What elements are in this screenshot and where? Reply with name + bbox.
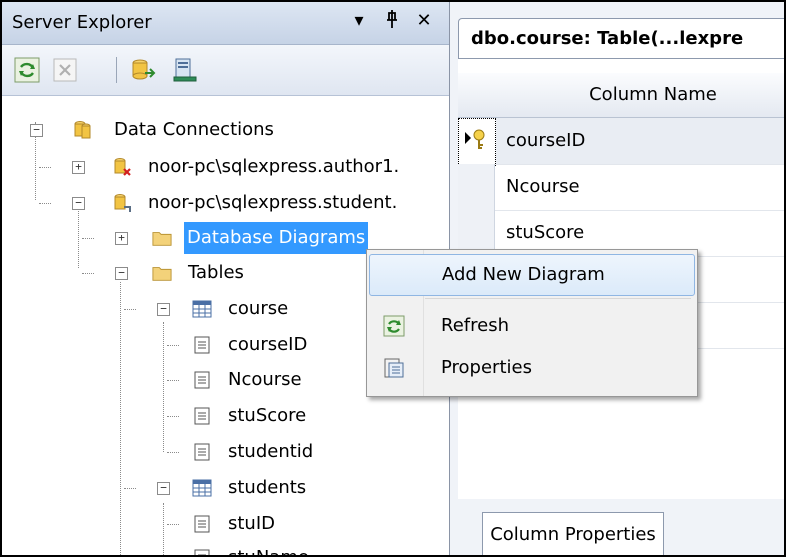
collapse-icon[interactable]: − (30, 124, 43, 137)
folder-icon (152, 267, 172, 281)
tree-node-connection-author1[interactable]: + noor-pc\sqlexpress.author1. (2, 151, 449, 183)
toolbar-separator (116, 57, 117, 83)
properties-icon (384, 358, 404, 378)
tree-node-column[interactable]: Ncourse (2, 364, 366, 396)
data-connections-icon (74, 121, 91, 139)
tree-node-column[interactable]: stuName (2, 542, 449, 555)
collapse-icon[interactable]: − (157, 482, 170, 495)
row-selector[interactable] (458, 118, 496, 166)
row-selector[interactable] (458, 164, 495, 210)
column-icon (194, 371, 210, 389)
database-connection-icon (114, 194, 131, 212)
column-icon (194, 336, 210, 354)
grid-row[interactable]: Ncourse (458, 164, 784, 211)
refresh-icon (383, 315, 405, 337)
document-tab[interactable]: dbo.course: Table(...lexpre (458, 18, 784, 59)
app-window: Server Explorer ▾ ✕ − Data Connections +… (0, 0, 786, 557)
connect-to-server-icon[interactable] (172, 57, 198, 83)
selected-node-label: Database Diagrams (184, 222, 369, 254)
column-grid-header: Column Name (458, 73, 784, 118)
tree-node-data-connections[interactable]: − Data Connections (2, 114, 449, 146)
column-icon (194, 515, 210, 533)
window-position-dropdown-icon[interactable]: ▾ (347, 10, 371, 31)
tree-node-column[interactable]: courseID (2, 329, 366, 361)
panel-title: Server Explorer (12, 12, 152, 33)
collapse-icon[interactable]: − (157, 303, 170, 316)
tree-node-column[interactable]: stuScore (2, 400, 449, 432)
server-explorer-titlebar: Server Explorer ▾ ✕ (2, 2, 449, 45)
auto-hide-pin-icon[interactable] (380, 10, 404, 33)
grid-row[interactable]: courseID (458, 118, 784, 166)
tree-node-table-students[interactable]: − students (2, 472, 449, 504)
column-properties-tab[interactable]: Column Properties (482, 512, 664, 555)
broken-connection-icon (114, 158, 131, 176)
column-icon (194, 549, 210, 555)
tree-node-column[interactable]: stuID (2, 508, 449, 540)
context-menu: Add New Diagram Refresh Properties (366, 249, 698, 397)
tree-node-column[interactable]: studentid (2, 436, 449, 468)
connect-to-database-icon[interactable] (130, 57, 156, 83)
collapse-icon[interactable]: − (115, 267, 128, 280)
tree-node-connection-student[interactable]: − noor-pc\sqlexpress.student. (2, 187, 449, 219)
close-icon[interactable]: ✕ (412, 10, 436, 31)
refresh-icon[interactable] (14, 57, 40, 83)
server-explorer-toolbar (2, 45, 449, 96)
table-icon (192, 300, 212, 318)
menu-item-properties[interactable]: Properties (369, 348, 693, 388)
expand-icon[interactable]: + (115, 232, 128, 245)
column-icon (194, 407, 210, 425)
menu-item-refresh[interactable]: Refresh (369, 306, 693, 346)
primary-key-icon (465, 129, 485, 149)
collapse-icon[interactable]: − (72, 197, 85, 210)
column-icon (194, 443, 210, 461)
column-name-header[interactable]: Column Name (518, 73, 784, 117)
menu-item-add-new-diagram[interactable]: Add New Diagram (369, 254, 695, 296)
expand-icon[interactable]: + (72, 161, 85, 174)
table-icon (192, 479, 212, 497)
stop-refresh-icon[interactable] (52, 57, 78, 83)
menu-separator (425, 298, 691, 299)
folder-icon (152, 232, 172, 246)
